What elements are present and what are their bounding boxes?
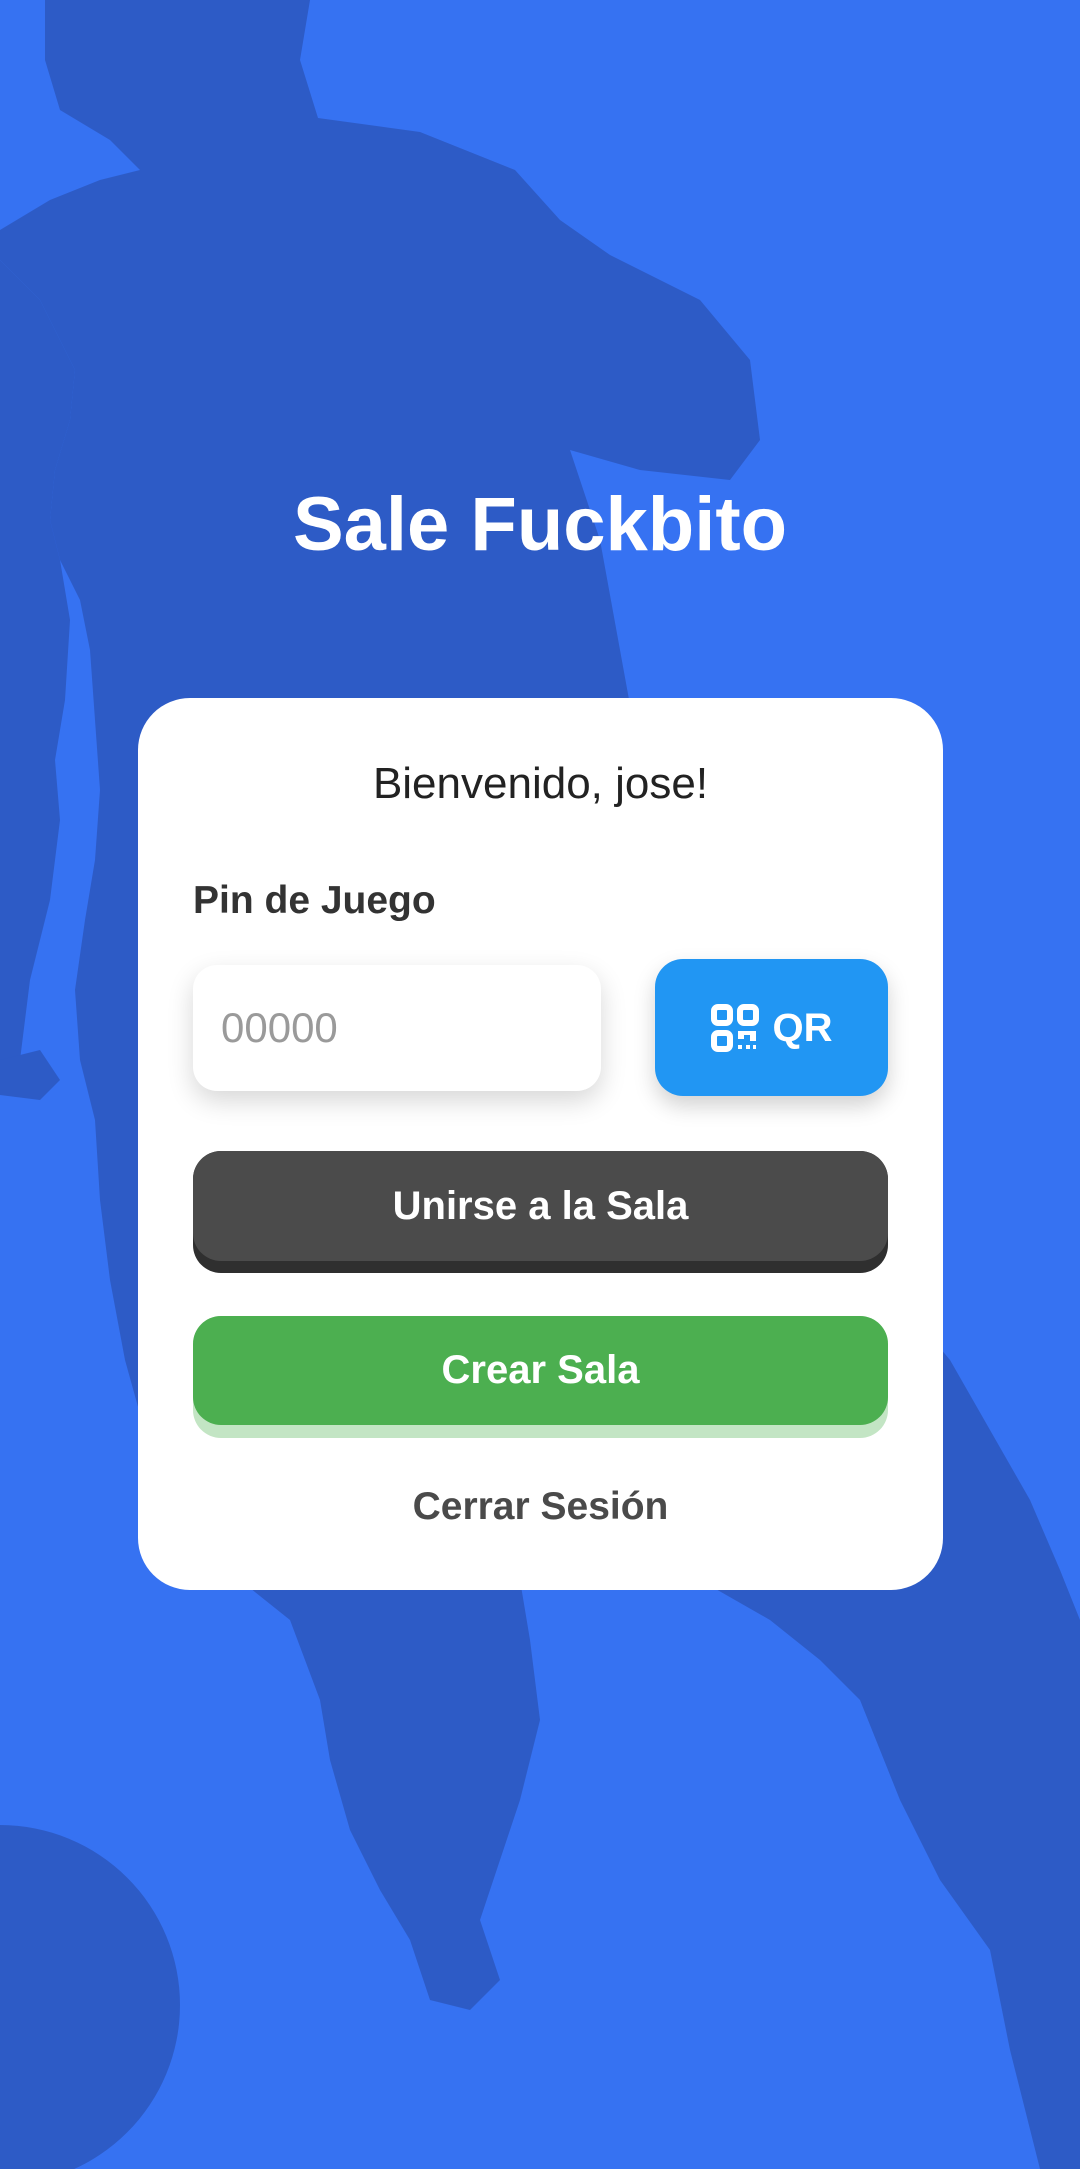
logout-link[interactable]: Cerrar Sesión: [138, 1482, 943, 1532]
join-game-card: Bienvenido, jose! Pin de Juego 00000 QR …: [138, 698, 943, 1590]
join-room-button[interactable]: Unirse a la Sala: [193, 1151, 888, 1273]
qr-button-label: QR: [772, 1005, 833, 1050]
qr-scan-button[interactable]: QR: [655, 959, 888, 1096]
app-title: Sale Fuckbito: [292, 482, 788, 567]
pin-label: Pin de Juego: [193, 879, 436, 922]
create-room-button[interactable]: Crear Sala: [193, 1316, 888, 1438]
login-screen: Sale Fuckbito Bienvenido, jose! Pin de J…: [0, 0, 1080, 2169]
qr-code-icon: [710, 1003, 759, 1052]
welcome-message: Bienvenido, jose!: [372, 759, 709, 808]
join-room-button-label: Unirse a la Sala: [193, 1151, 888, 1261]
create-room-button-label: Crear Sala: [193, 1316, 888, 1425]
game-pin-input[interactable]: [193, 965, 601, 1091]
